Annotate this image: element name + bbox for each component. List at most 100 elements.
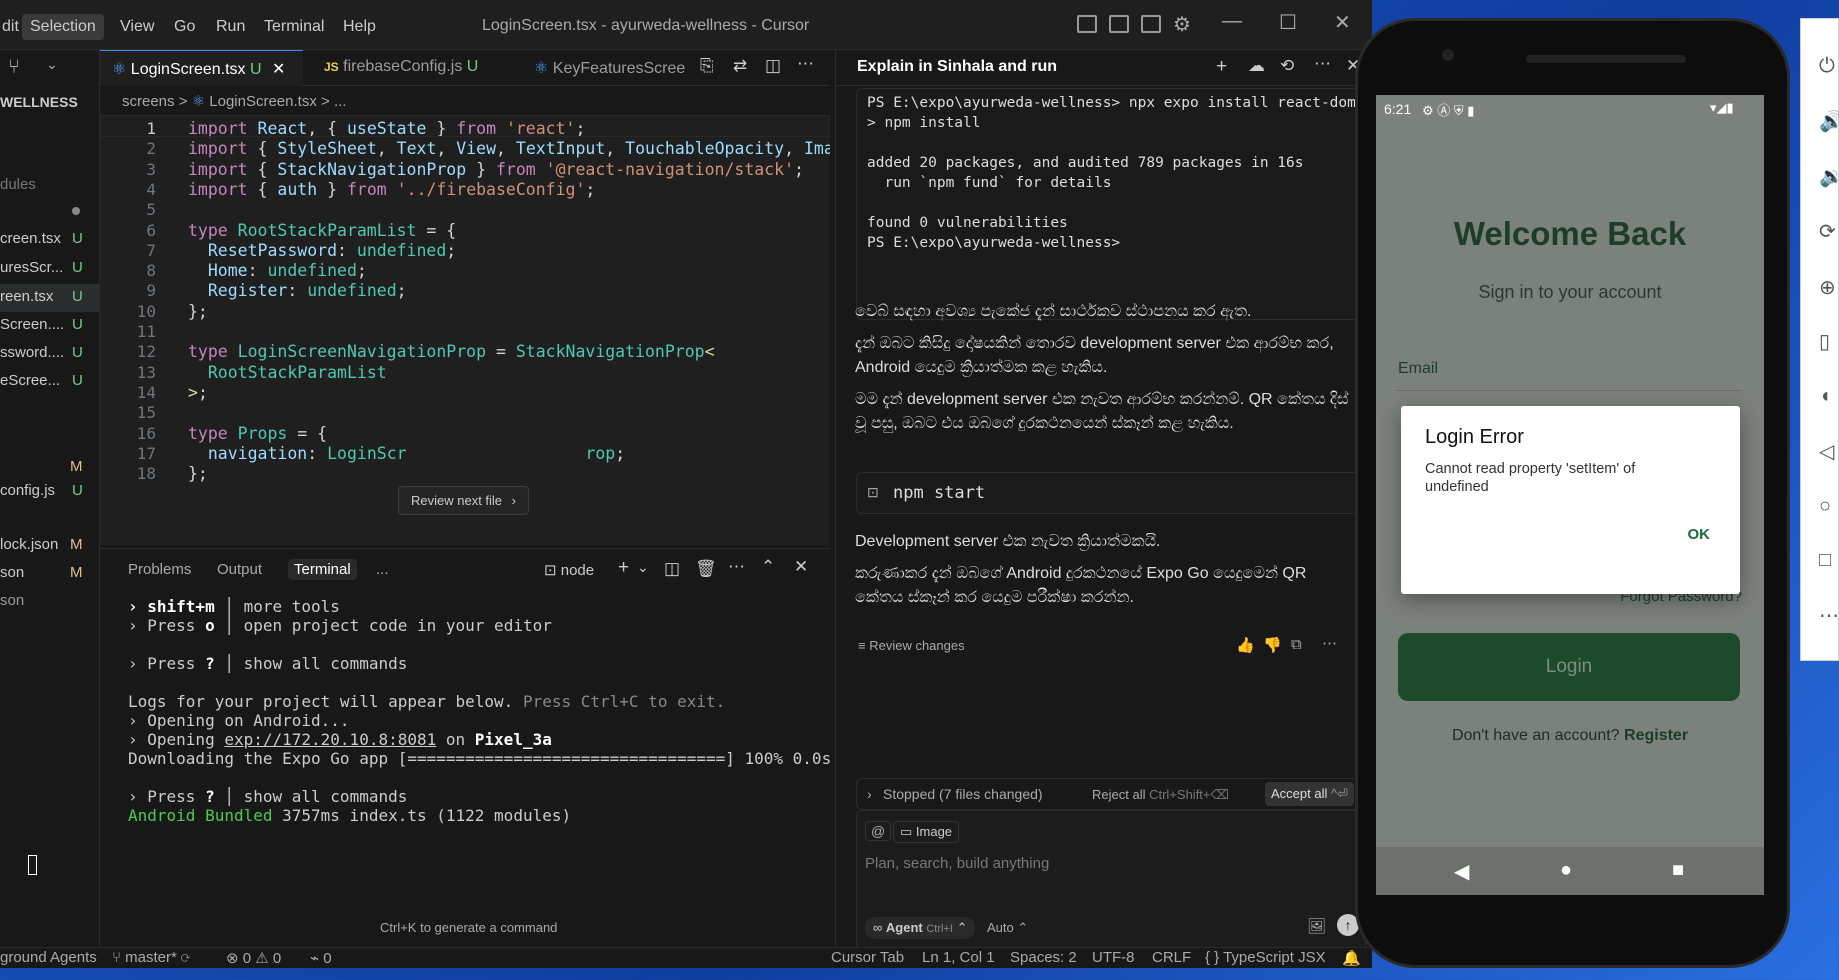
- chat-title[interactable]: Explain in Sinhala and run: [857, 58, 1057, 76]
- message-more-icon[interactable]: ⋯: [1322, 634, 1337, 652]
- menu-run[interactable]: Run: [208, 14, 253, 40]
- compare-icon[interactable]: ⇄: [733, 56, 747, 76]
- chat-input-box[interactable]: @ ▭ Image Plan, search, build anything ∞…: [856, 810, 1366, 968]
- close-panel-icon[interactable]: ✕: [794, 557, 808, 577]
- maximize-icon[interactable]: ☐: [1279, 10, 1297, 35]
- attach-image-icon[interactable]: 🖼: [1307, 917, 1326, 935]
- code-editor[interactable]: 1 2 3 4 5 6 7 8 9 10 11 12 13 14 15 16 17 18 import React,…: [100, 115, 830, 545]
- settings-gear-icon[interactable]: ⚙: [1173, 12, 1191, 37]
- recents-icon[interactable]: ■: [1672, 859, 1684, 882]
- split-terminal-icon[interactable]: ◫: [664, 559, 680, 579]
- menu-terminal[interactable]: Terminal: [256, 14, 332, 40]
- file-item[interactable]: lock.json: [0, 536, 58, 553]
- dialog-ok-button[interactable]: OK: [1688, 526, 1711, 543]
- trash-icon[interactable]: 🗑: [695, 559, 717, 579]
- more-actions-icon[interactable]: ⋯: [797, 54, 814, 74]
- cursor-tab-status[interactable]: Cursor Tab: [831, 949, 904, 966]
- zoom-icon[interactable]: ▯: [1819, 329, 1830, 354]
- toggle-secondary-sidebar-icon[interactable]: [1141, 15, 1161, 33]
- tab-output[interactable]: Output: [211, 559, 268, 580]
- chat-input-placeholder[interactable]: Plan, search, build anything: [865, 855, 1049, 872]
- minimize-icon[interactable]: —: [1222, 10, 1242, 33]
- problems-status[interactable]: ⊗ 0 ⚠ 0: [226, 949, 281, 967]
- rotate-icon[interactable]: ⟳: [1819, 219, 1836, 244]
- power-icon[interactable]: ⏻: [1819, 55, 1835, 78]
- indentation[interactable]: Spaces: 2: [1010, 949, 1077, 966]
- file-item[interactable]: config.js: [0, 482, 55, 499]
- tab-firebaseconfig[interactable]: JS firebaseConfig.js U: [312, 50, 517, 86]
- notifications-icon[interactable]: 🔔: [1342, 949, 1361, 967]
- back-nav-icon[interactable]: ◁: [1819, 439, 1834, 464]
- branch-status[interactable]: ⑂ master* ⟳: [112, 949, 190, 966]
- menu-go[interactable]: Go: [166, 14, 203, 40]
- back-icon[interactable]: ◀: [1454, 859, 1469, 884]
- file-item[interactable]: Screen....: [0, 316, 64, 333]
- chat-more-icon[interactable]: ⋯: [1314, 54, 1331, 74]
- breadcrumb-rest[interactable]: > ...: [321, 93, 346, 110]
- maximize-panel-icon[interactable]: ⌃: [761, 557, 775, 577]
- cloud-icon[interactable]: ☁: [1248, 56, 1265, 76]
- agent-mode-selector[interactable]: ∞ Agent Ctrl+I ⌃: [865, 917, 976, 939]
- panel-more-menu[interactable]: ...: [370, 559, 395, 580]
- chevron-down-icon[interactable]: ⌄: [637, 559, 649, 576]
- home-icon[interactable]: ●: [1560, 859, 1572, 882]
- encoding[interactable]: UTF-8: [1092, 949, 1135, 966]
- image-chip[interactable]: ▭ Image: [893, 821, 960, 843]
- register-link[interactable]: Register: [1624, 727, 1688, 744]
- new-chat-icon[interactable]: +: [1216, 56, 1227, 78]
- model-selector[interactable]: Auto ⌃: [987, 920, 1028, 936]
- open-changes-icon[interactable]: ⎘: [700, 56, 714, 76]
- history-icon[interactable]: ⟲: [1280, 56, 1294, 76]
- split-editor-icon[interactable]: ◫: [765, 56, 781, 76]
- source-control-icon[interactable]: ⑂: [8, 56, 20, 79]
- toggle-panel-icon[interactable]: [1109, 15, 1129, 33]
- menu-help[interactable]: Help: [335, 14, 384, 40]
- file-item[interactable]: ssword....: [0, 344, 64, 361]
- reject-all-button[interactable]: Reject all Ctrl+Shift+⌫: [1092, 787, 1229, 803]
- mention-icon[interactable]: @: [865, 821, 892, 841]
- screenshot-icon[interactable]: ⊕: [1819, 275, 1836, 300]
- login-button[interactable]: Login: [1398, 633, 1740, 701]
- thumbs-up-icon[interactable]: 👍: [1236, 636, 1255, 654]
- thumbs-down-icon[interactable]: 👎: [1263, 636, 1282, 654]
- menu-view[interactable]: View: [112, 14, 162, 40]
- file-item-selected[interactable]: reen.tsx: [0, 288, 53, 305]
- file-item[interactable]: son: [0, 592, 24, 609]
- tab-problems[interactable]: Problems: [122, 559, 197, 580]
- fold-icon[interactable]: ◖: [1819, 385, 1831, 408]
- more-options-icon[interactable]: ⋯: [1819, 603, 1839, 628]
- copy-icon[interactable]: ⧉: [1291, 636, 1302, 653]
- file-item[interactable]: eScree...: [0, 372, 60, 389]
- toggle-sidebar-icon[interactable]: [1077, 15, 1097, 33]
- background-agents[interactable]: ground Agents: [0, 949, 97, 966]
- file-item[interactable]: uresScr...: [0, 259, 63, 276]
- tab-loginscreen[interactable]: ⚛ LoginScreen.tsx U ✕: [100, 50, 303, 86]
- overview-icon[interactable]: □: [1819, 549, 1831, 572]
- review-changes-button[interactable]: ≡ Review changes: [858, 638, 965, 653]
- accept-all-button[interactable]: Accept all ^⏎: [1265, 782, 1354, 806]
- close-window-icon[interactable]: ✕: [1334, 10, 1351, 35]
- email-input[interactable]: [1396, 390, 1742, 404]
- cursor-position[interactable]: Ln 1, Col 1: [922, 949, 995, 966]
- file-item[interactable]: creen.tsx: [0, 230, 61, 247]
- terminal-shell-selector[interactable]: ⊡ node: [544, 561, 594, 579]
- volume-down-icon[interactable]: 🔉: [1819, 164, 1839, 189]
- language-mode[interactable]: { } TypeScript JSX: [1205, 949, 1326, 966]
- node-modules-folder[interactable]: dules: [0, 176, 36, 193]
- breadcrumb-folder[interactable]: screens: [122, 93, 175, 110]
- tab-keyfeatures[interactable]: ⚛ KeyFeaturesScree: [522, 50, 692, 86]
- breadcrumb-file[interactable]: LoginScreen.tsx: [209, 93, 317, 110]
- command-block[interactable]: ⊡ npm start: [856, 472, 1366, 514]
- chevron-down-icon[interactable]: ⌄: [46, 56, 58, 73]
- home-nav-icon[interactable]: ○: [1819, 495, 1831, 518]
- close-tab-icon[interactable]: ✕: [272, 61, 285, 78]
- stopped-status[interactable]: Stopped (7 files changed): [883, 786, 1043, 802]
- line-endings[interactable]: CRLF: [1152, 949, 1191, 966]
- tab-terminal[interactable]: Terminal: [288, 559, 357, 580]
- chevron-right-icon[interactable]: ›: [867, 786, 872, 802]
- review-next-file-tooltip[interactable]: Review next file ›: [398, 486, 530, 515]
- panel-more-icon[interactable]: ⋯: [728, 557, 745, 577]
- file-item[interactable]: son: [0, 564, 24, 581]
- explorer-section-title[interactable]: WELLNESS: [0, 94, 78, 110]
- volume-up-icon[interactable]: 🔊: [1819, 109, 1839, 134]
